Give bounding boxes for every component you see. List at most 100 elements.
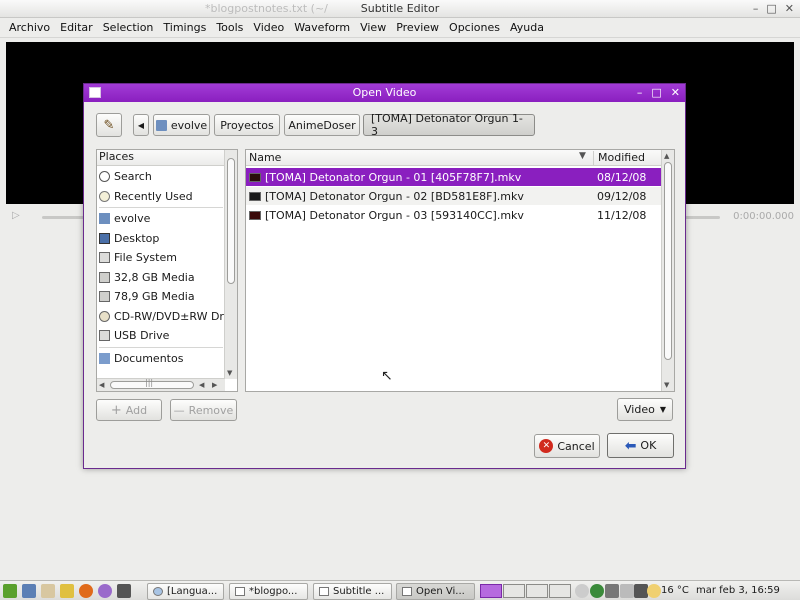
minimize-icon[interactable]: – xyxy=(637,86,643,99)
places-horizontal-scrollbar[interactable]: ◀ ||| ◀ ▶ xyxy=(97,378,225,391)
breadcrumb-animedoser[interactable]: AnimeDoser xyxy=(284,114,360,136)
workspace-3[interactable] xyxy=(526,584,548,598)
scroll-down-icon[interactable]: ▼ xyxy=(664,381,669,389)
workspace-1[interactable] xyxy=(480,584,502,598)
harddisk-icon xyxy=(99,251,110,263)
place-item-cd-dvd-drive[interactable]: CD-RW/DVD±RW Drive xyxy=(99,307,225,325)
weather-temperature[interactable]: 16 °C xyxy=(661,585,689,596)
audio-icon[interactable] xyxy=(575,584,589,598)
files-scroll-thumb[interactable] xyxy=(664,162,672,360)
taskbar-task[interactable]: [Langua... xyxy=(147,583,224,600)
breadcrumb-proyectos[interactable]: Proyectos xyxy=(214,114,280,136)
home-folder-icon xyxy=(155,119,167,131)
minimize-icon[interactable]: – xyxy=(753,2,759,15)
breadcrumb-evolve[interactable]: evolve xyxy=(153,114,210,136)
place-item-documentos[interactable]: Documentos xyxy=(99,349,225,367)
video-file-icon xyxy=(249,191,261,201)
menu-ayuda[interactable]: Ayuda xyxy=(505,21,549,34)
optical-drive-icon xyxy=(99,310,110,322)
file-modified: 08/12/08 xyxy=(597,170,647,184)
clipboard-icon[interactable] xyxy=(620,584,634,598)
place-item-desktop[interactable]: Desktop xyxy=(99,229,225,247)
file-name: [TOMA] Detonator Orgun - 02 [BD581E8F].m… xyxy=(265,189,524,203)
ok-button[interactable]: ⬅ OK xyxy=(607,433,674,458)
maximize-icon[interactable]: □ xyxy=(766,2,776,15)
scroll-left-icon[interactable]: ◀ xyxy=(99,381,104,389)
places-scroll-thumb[interactable] xyxy=(227,158,235,284)
scroll-up-icon[interactable]: ▲ xyxy=(664,152,669,160)
taskbar-task[interactable]: Subtitle ... xyxy=(313,583,392,600)
menu-waveform[interactable]: Waveform xyxy=(289,21,355,34)
menu-launcher-icon[interactable] xyxy=(3,584,17,598)
file-modified: 09/12/08 xyxy=(597,189,647,203)
file-row[interactable]: [TOMA] Detonator Orgun - 01 [405F78F7].m… xyxy=(246,168,661,186)
show-desktop-icon[interactable] xyxy=(22,584,36,598)
file-type-filter[interactable]: Video ▼ xyxy=(617,398,673,421)
workspace-2[interactable] xyxy=(503,584,525,598)
place-item-evolve[interactable]: evolve xyxy=(99,209,225,227)
place-item-search[interactable]: Search xyxy=(99,167,225,185)
path-scroll-left-button[interactable]: ◀ xyxy=(133,114,149,136)
place-label: Recently Used xyxy=(114,189,193,203)
messenger-icon[interactable] xyxy=(98,584,112,598)
place-label: USB Drive xyxy=(114,328,170,342)
update-icon[interactable] xyxy=(590,584,604,598)
menu-opciones[interactable]: Opciones xyxy=(444,21,505,34)
files-vertical-scrollbar[interactable]: ▲ ▼ xyxy=(661,150,674,391)
menu-video[interactable]: Video xyxy=(248,21,289,34)
play-icon[interactable]: ▷ xyxy=(12,210,20,221)
scroll-right-icon[interactable]: ▶ xyxy=(212,381,217,389)
globe-icon xyxy=(153,587,163,596)
battery-icon[interactable] xyxy=(634,584,648,598)
weather-icon[interactable] xyxy=(647,584,661,598)
place-item-media-78gb[interactable]: 78,9 GB Media xyxy=(99,287,225,305)
column-header-modified[interactable]: Modified xyxy=(593,151,645,165)
place-item-media-32gb[interactable]: 32,8 GB Media xyxy=(99,268,225,286)
menu-preview[interactable]: Preview xyxy=(391,21,444,34)
sort-descending-icon[interactable]: ▼ xyxy=(579,151,586,161)
task-label: Subtitle ... xyxy=(333,586,385,597)
menu-selection[interactable]: Selection xyxy=(98,21,159,34)
workspace-4[interactable] xyxy=(549,584,571,598)
type-location-button[interactable]: ✎ xyxy=(96,113,122,137)
desktop-icon xyxy=(99,232,110,244)
menu-archivo[interactable]: Archivo xyxy=(4,21,55,34)
place-label: File System xyxy=(114,250,177,264)
place-item-file-system[interactable]: File System xyxy=(99,248,225,266)
text-editor-icon[interactable] xyxy=(60,584,74,598)
place-item-usb-drive[interactable]: USB Drive xyxy=(99,326,225,344)
places-header[interactable]: Places xyxy=(97,150,225,166)
place-label: evolve xyxy=(114,211,151,225)
close-icon[interactable]: ✕ xyxy=(785,2,794,15)
place-item-recently-used[interactable]: Recently Used xyxy=(99,187,225,205)
home-folder-icon xyxy=(99,212,110,224)
menu-timings[interactable]: Timings xyxy=(158,21,211,34)
taskbar-task[interactable]: *blogpo... xyxy=(229,583,308,600)
add-bookmark-button[interactable]: + Add xyxy=(96,399,162,421)
menu-view[interactable]: View xyxy=(355,21,391,34)
remove-bookmark-button[interactable]: — Remove xyxy=(170,399,237,421)
taskbar-task-active[interactable]: Open Vi... xyxy=(396,583,475,600)
breadcrumb-current-folder[interactable]: [TOMA] Detonator Orgun 1-3 xyxy=(363,112,535,138)
place-label: Search xyxy=(114,169,152,183)
close-icon[interactable]: ✕ xyxy=(671,86,680,99)
coffee-icon[interactable] xyxy=(41,584,55,598)
places-vertical-scrollbar[interactable]: ▼ xyxy=(224,150,237,379)
scroll-down-icon[interactable]: ▼ xyxy=(227,369,232,377)
column-header-name[interactable]: Name xyxy=(249,151,281,164)
usb-drive-icon xyxy=(99,329,110,341)
menu-editar[interactable]: Editar xyxy=(55,21,98,34)
clock[interactable]: mar feb 3, 16:59 xyxy=(696,585,780,596)
menu-tools[interactable]: Tools xyxy=(211,21,248,34)
terminal-icon[interactable] xyxy=(117,584,131,598)
scroll-grip-icon: ||| xyxy=(145,378,154,387)
file-row[interactable]: [TOMA] Detonator Orgun - 02 [BD581E8F].m… xyxy=(246,187,661,205)
network-icon[interactable] xyxy=(605,584,619,598)
app-window-controls: – □ ✕ xyxy=(753,2,794,15)
cancel-button[interactable]: ✕ Cancel xyxy=(534,434,600,458)
scroll-left-icon[interactable]: ◀ xyxy=(199,381,204,389)
maximize-icon[interactable]: □ xyxy=(651,86,661,99)
places-hscroll-thumb[interactable]: ||| xyxy=(110,378,194,389)
file-row[interactable]: [TOMA] Detonator Orgun - 03 [593140CC].m… xyxy=(246,206,661,224)
firefox-icon[interactable] xyxy=(79,584,93,598)
